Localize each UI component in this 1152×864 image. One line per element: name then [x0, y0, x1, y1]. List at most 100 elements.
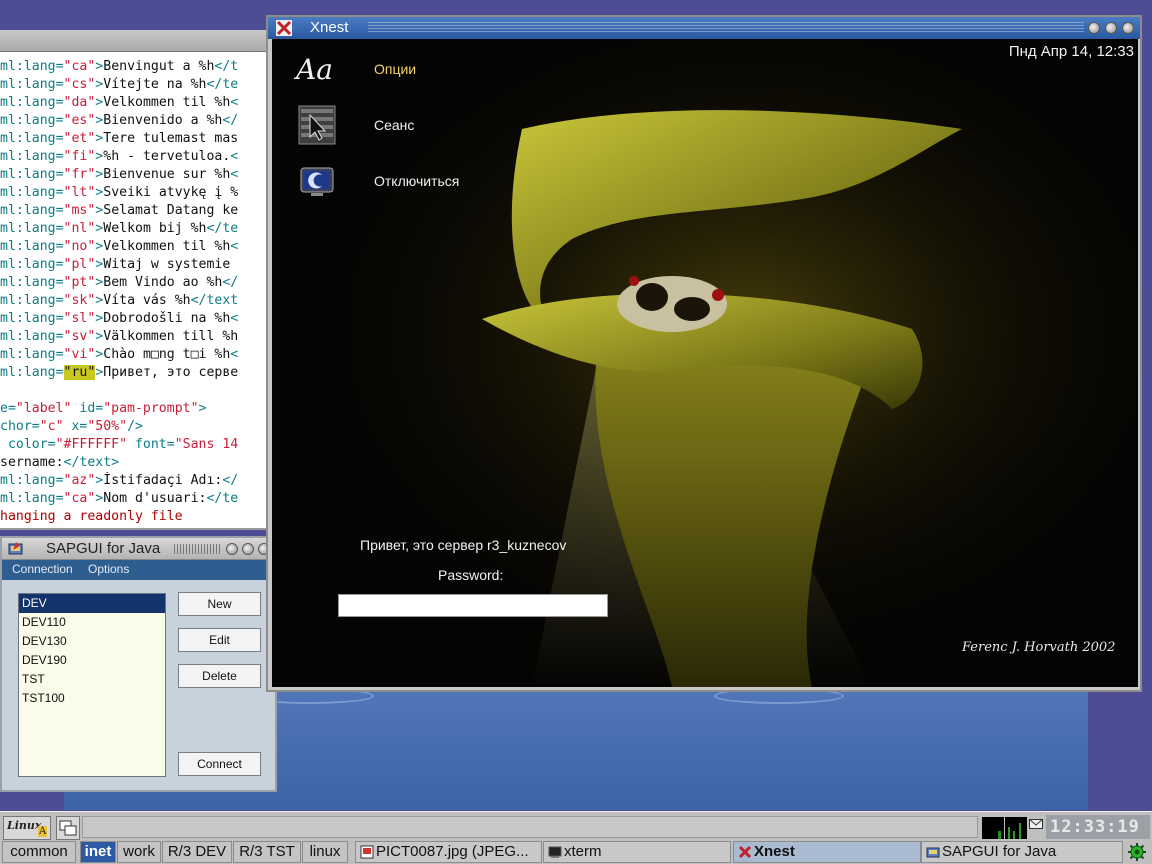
workspace-button[interactable]: linux: [302, 841, 348, 863]
password-field[interactable]: [338, 594, 608, 617]
workspace-button[interactable]: work: [117, 841, 161, 863]
xml-text: Velkommen til %h: [103, 95, 231, 110]
xml-value: "fi": [63, 149, 96, 164]
xnest-window[interactable]: Xnest Ferenc J. Horvath 2002 Пнд Апр 14,…: [266, 15, 1142, 692]
system-list-item[interactable]: DEV130: [19, 632, 165, 651]
taskbar-task[interactable]: SAPGUI for Java: [921, 841, 1123, 863]
taskbar-task[interactable]: xterm: [543, 841, 731, 863]
xml-attribute: ml:lang=: [0, 185, 64, 200]
workspace-button[interactable]: inet: [80, 841, 116, 863]
terminal-line: ml:lang="pl">Witaj w systemie: [0, 256, 270, 274]
system-list-item[interactable]: DEV: [19, 594, 165, 613]
xml-attribute: ml:lang=: [0, 257, 64, 272]
edit-button[interactable]: Edit: [178, 628, 261, 652]
maximize-button[interactable]: [242, 543, 254, 555]
system-list[interactable]: DEV DEV110 DEV130 DEV190 TST TST100: [18, 593, 166, 777]
maximize-button[interactable]: [1105, 22, 1117, 34]
xterm-titlebar[interactable]: [0, 30, 270, 52]
xml-value: "et": [63, 131, 96, 146]
xml-close-tag: </te: [206, 491, 239, 506]
xml-attribute: ml:lang=: [0, 113, 64, 128]
xml-text: Sveiki atvykę į %: [103, 185, 239, 200]
sapgui-titlebar[interactable]: SAPGUI for Java: [2, 538, 275, 560]
workspace-button[interactable]: R/3 TST: [233, 841, 301, 863]
xml-attribute: ml:lang=: [0, 59, 64, 74]
options-menu-entry[interactable]: Aa Опции: [296, 53, 416, 89]
terminal-icon: [548, 846, 562, 858]
minimize-button[interactable]: [1088, 22, 1100, 34]
terminal-line: ml:lang="es">Bienvenido a %h</: [0, 112, 270, 130]
xml-close-tag: </te: [206, 77, 239, 92]
xml-text: Привет, это серве: [103, 365, 239, 380]
password-label: Password:: [438, 567, 504, 583]
xml-value: "lt": [63, 185, 96, 200]
xml-value: "nl": [63, 221, 96, 236]
xml-text: Chào m□ng t□i %h: [103, 347, 231, 362]
terminal-line: ml:lang="ms">Selamat Datang ke: [0, 202, 270, 220]
disconnect-menu-entry[interactable]: Отключиться: [296, 165, 466, 201]
window-list-icon: [59, 820, 77, 836]
xml-value: "vi": [63, 347, 96, 362]
xml-attribute: ml:lang=: [0, 221, 64, 236]
window-list-button[interactable]: [56, 816, 80, 840]
x-icon: [276, 20, 292, 36]
session-menu-entry[interactable]: Сеанс: [296, 105, 426, 145]
xml-text: Víta vás %h: [103, 293, 191, 308]
xml-value: "ru": [63, 365, 96, 380]
terminal-line: ml:lang="sv">Välkommen till %h: [0, 328, 270, 346]
task-label: PICT0087.jpg (JPEG...: [376, 843, 529, 860]
connect-button[interactable]: Connect: [178, 752, 261, 776]
font-icon: Aa: [296, 53, 333, 86]
xml-attribute: ml:lang=: [0, 329, 64, 344]
xml-value: "pam-prompt": [103, 401, 199, 416]
system-list-item[interactable]: TST100: [19, 689, 165, 708]
xml-attribute: e=: [0, 401, 16, 416]
xml-value: "c": [39, 419, 64, 434]
workspace-button[interactable]: common: [2, 841, 76, 863]
xml-value: "es": [63, 113, 96, 128]
xml-text: Bem Vindo ao %h: [103, 275, 223, 290]
menu-connection[interactable]: Connection: [12, 562, 73, 576]
taskbar-clock[interactable]: 12:33:19: [1046, 815, 1150, 839]
xml-close-tag: </: [222, 473, 239, 488]
session-label: Сеанс: [374, 117, 415, 133]
system-list-item[interactable]: TST: [19, 670, 165, 689]
xml-close-tag: <: [230, 149, 239, 164]
xml-value: "pl": [63, 257, 96, 272]
terminal-line: ml:lang="lt">Sveiki atvykę į %: [0, 184, 270, 202]
xterm-content: ml:lang="ca">Benvingut a %h</t ml:lang="c…: [0, 52, 270, 526]
options-label: Опции: [374, 61, 417, 77]
start-menu-button[interactable]: Linux A: [3, 816, 51, 840]
gear-icon[interactable]: [1128, 843, 1146, 861]
workspace-button[interactable]: R/3 DEV: [162, 841, 232, 863]
new-button[interactable]: New: [178, 592, 261, 616]
system-list-item[interactable]: DEV110: [19, 613, 165, 632]
xml-close-tag: </text: [190, 293, 239, 308]
delete-button[interactable]: Delete: [178, 664, 261, 688]
menu-options[interactable]: Options: [88, 562, 129, 576]
disconnect-label: Отключиться: [374, 173, 460, 189]
minimize-button[interactable]: [226, 543, 238, 555]
xml-close-tag: </t: [214, 59, 239, 74]
terminal-line: ml:lang="sl">Dobrodošli na %h<: [0, 310, 270, 328]
xml-value: "no": [63, 239, 96, 254]
sapgui-app-icon: [8, 542, 23, 555]
taskbar-task[interactable]: PICT0087.jpg (JPEG...: [355, 841, 542, 863]
system-list-item[interactable]: DEV190: [19, 651, 165, 670]
xml-text: Bienvenido a %h: [103, 113, 223, 128]
terminal-line: ml:lang="fr">Bienvenue sur %h<: [0, 166, 270, 184]
terminal-line: e="label" id="pam-prompt">: [0, 400, 270, 418]
xml-attribute: ml:lang=: [0, 95, 64, 110]
xml-text: Bienvenue sur %h: [103, 167, 231, 182]
sapgui-window[interactable]: SAPGUI for Java Connection Options DEV DE…: [0, 536, 277, 792]
xnest-titlebar[interactable]: Xnest: [268, 17, 1140, 39]
mail-icon[interactable]: [1029, 819, 1043, 829]
terminal-line: ml:lang="pt">Bem Vindo ao %h</: [0, 274, 270, 292]
taskbar-task[interactable]: Xnest: [733, 841, 921, 863]
close-button[interactable]: [1122, 22, 1134, 34]
xml-text: Vítejte na %h: [103, 77, 207, 92]
terminal-line: ml:lang="nl">Welkom bij %h</te: [0, 220, 270, 238]
xml-text: Velkommen til %h: [103, 239, 231, 254]
xterm-window[interactable]: ml:lang="ca">Benvingut a %h</t ml:lang="c…: [0, 30, 272, 530]
xml-text: Welkom bij %h: [103, 221, 207, 236]
